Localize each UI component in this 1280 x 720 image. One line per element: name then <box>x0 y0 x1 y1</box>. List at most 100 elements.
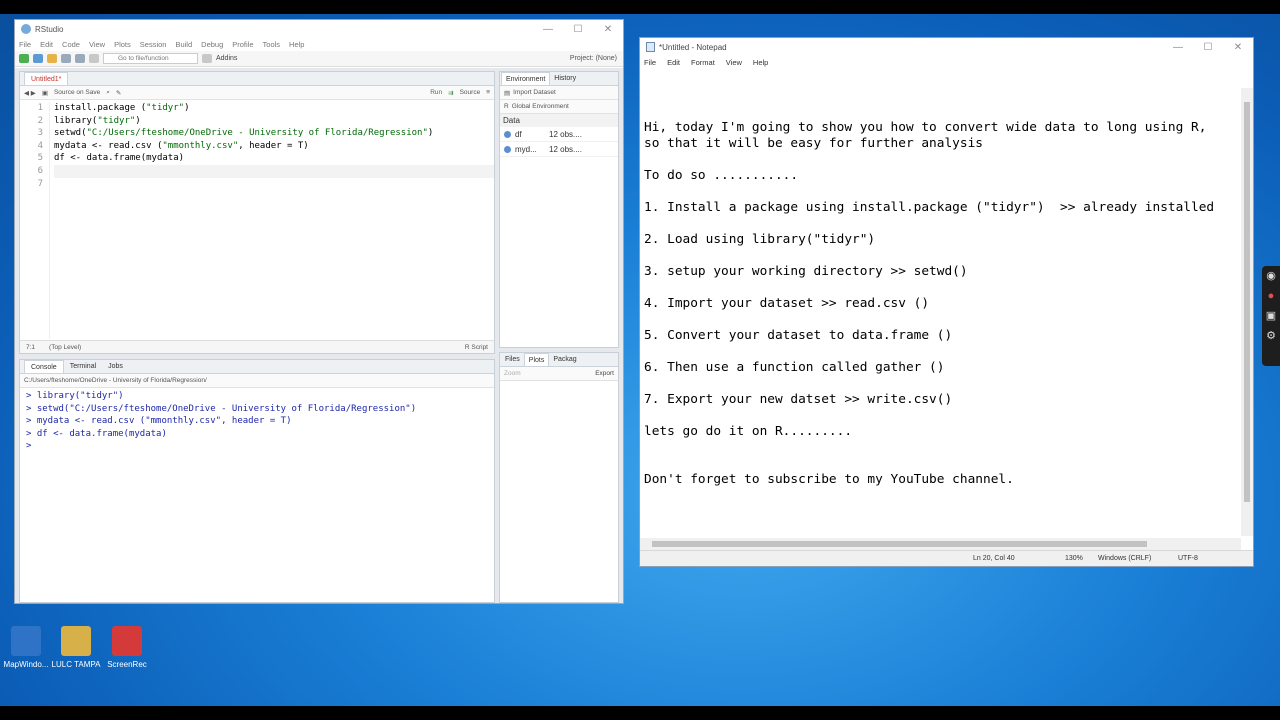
text-line <box>644 376 1239 392</box>
grid-icon[interactable] <box>202 54 212 63</box>
env-var-name: myd... <box>515 144 537 154</box>
env-var-value: 12 obs.... <box>549 129 582 139</box>
vertical-scrollbar[interactable] <box>1241 88 1253 536</box>
record-icon[interactable]: ● <box>1262 286 1280 306</box>
menu-debug[interactable]: Debug <box>201 40 223 49</box>
text-line: 4. Import your dataset >> read.csv () <box>644 296 930 311</box>
menu-edit[interactable]: Edit <box>667 58 680 67</box>
run-button[interactable]: Run <box>430 89 442 96</box>
env-row[interactable]: df 12 obs.... <box>500 127 618 142</box>
global-env-selector[interactable]: Global Environment <box>512 103 569 110</box>
cursor-position: 7:1 <box>26 343 36 351</box>
image-icon[interactable]: ▣ <box>1262 306 1280 326</box>
console-prompt[interactable]: > <box>26 440 494 453</box>
tab-terminal[interactable]: Terminal <box>64 360 102 373</box>
menu-tools[interactable]: Tools <box>263 40 281 49</box>
source-on-save-checkbox[interactable]: Source on Save <box>54 89 100 96</box>
code-line: df <- data.frame(mydata) <box>54 153 185 164</box>
open-env-icon[interactable]: ▤ <box>504 89 510 97</box>
gear-icon[interactable]: ⚙ <box>1262 326 1280 346</box>
filetype-selector[interactable]: R Script <box>465 344 488 351</box>
goto-file-input[interactable]: Go to file/function <box>103 53 198 64</box>
list-icon[interactable]: ≡ <box>486 89 490 96</box>
zoom-button[interactable]: Zoom <box>504 370 521 377</box>
code-editor[interactable]: install.package ("tidyr") library("tidyr… <box>54 102 494 178</box>
menu-help[interactable]: Help <box>753 58 768 67</box>
new-file-icon[interactable] <box>19 54 29 63</box>
maximize-icon[interactable]: ☐ <box>563 24 593 35</box>
new-project-icon[interactable] <box>33 54 43 63</box>
expand-icon[interactable] <box>504 130 511 138</box>
wand-icon[interactable]: ✎ <box>116 89 121 97</box>
desktop-icon-lulc-tampa[interactable]: LULC TAMPA <box>51 626 101 669</box>
camera-icon[interactable]: ◉ <box>1262 266 1280 286</box>
menu-session[interactable]: Session <box>140 40 167 49</box>
menu-edit[interactable]: Edit <box>40 40 53 49</box>
language-selector[interactable]: R <box>504 103 509 110</box>
menu-file[interactable]: File <box>644 58 656 67</box>
code-line: install.package ("tidyr") <box>54 103 190 113</box>
minimize-icon[interactable]: — <box>1163 42 1193 53</box>
notepad-text-area[interactable]: Hi, today I'm going to show you how to c… <box>644 88 1239 536</box>
close-icon[interactable]: ✕ <box>1223 42 1253 53</box>
desktop-icon-screenrec[interactable]: ScreenRec <box>102 626 152 669</box>
rerun-icon[interactable]: ⇉ <box>448 89 453 97</box>
folder-icon <box>61 626 91 656</box>
addins-button[interactable]: Addins <box>216 55 237 62</box>
line-number: 3 <box>37 128 43 139</box>
notepad-menubar: File Edit Format View Help <box>640 56 1253 69</box>
console-pane: Console Terminal Jobs C:/Users/fteshome/… <box>19 359 495 603</box>
open-file-icon[interactable] <box>47 54 57 63</box>
search-icon[interactable]: ⌕ <box>106 89 110 97</box>
desktop-icon-mapwindow[interactable]: MapWindo... <box>1 626 51 669</box>
desktop-icon-label: LULC TAMPA <box>51 660 101 669</box>
menu-code[interactable]: Code <box>62 40 80 49</box>
line-ending: Windows (CRLF) <box>1098 555 1152 562</box>
tab-files[interactable]: Files <box>501 353 524 366</box>
text-line <box>644 152 1239 168</box>
env-var-name: df <box>515 129 522 139</box>
export-button[interactable]: Export <box>595 370 614 377</box>
import-dataset-button[interactable]: Import Dataset <box>513 89 556 96</box>
rstudio-title: RStudio <box>35 24 64 34</box>
expand-icon[interactable] <box>504 145 511 153</box>
minimize-icon[interactable]: — <box>533 24 563 35</box>
tab-packages[interactable]: Packag <box>549 353 580 366</box>
menu-help[interactable]: Help <box>289 40 304 49</box>
project-menu[interactable]: Project: (None) <box>570 55 617 62</box>
source-toolbar: ◀ ▶ ▣ Source on Save ⌕ ✎ Run ⇉ Source ≡ <box>20 86 494 100</box>
print-icon[interactable] <box>89 54 99 63</box>
line-number: 4 <box>37 140 43 151</box>
menu-plots[interactable]: Plots <box>114 40 131 49</box>
cursor-position: Ln 20, Col 40 <box>973 555 1015 562</box>
save-source-icon[interactable]: ▣ <box>42 89 48 97</box>
tab-plots[interactable]: Plots <box>523 353 550 366</box>
scroll-thumb[interactable] <box>1244 102 1250 502</box>
menu-view[interactable]: View <box>89 40 105 49</box>
source-button[interactable]: Source <box>460 89 481 96</box>
console-output[interactable]: > library("tidyr") > setwd("C:/Users/fte… <box>26 390 494 453</box>
text-line <box>644 184 1239 200</box>
maximize-icon[interactable]: ☐ <box>1193 42 1223 53</box>
save-all-icon[interactable] <box>75 54 85 63</box>
menu-file[interactable]: File <box>19 40 31 49</box>
save-icon[interactable] <box>61 54 71 63</box>
rstudio-titlebar[interactable]: RStudio — ☐ ✕ <box>15 20 623 38</box>
tab-history[interactable]: History <box>550 72 580 85</box>
menu-profile[interactable]: Profile <box>232 40 253 49</box>
tab-console[interactable]: Console <box>24 360 64 373</box>
tab-jobs[interactable]: Jobs <box>102 360 129 373</box>
console-line: > mydata <- read.csv ("mmonthly.csv", he… <box>26 416 292 427</box>
menu-format[interactable]: Format <box>691 58 715 67</box>
notepad-titlebar[interactable]: *Untitled - Notepad — ☐ ✕ <box>640 38 1253 56</box>
menu-build[interactable]: Build <box>175 40 192 49</box>
close-icon[interactable]: ✕ <box>593 24 623 35</box>
env-row[interactable]: myd... 12 obs.... <box>500 142 618 157</box>
menu-view[interactable]: View <box>726 58 742 67</box>
tab-untitled1[interactable]: Untitled1* <box>24 72 69 85</box>
scope-selector[interactable]: (Top Level) <box>49 344 81 351</box>
tab-environment[interactable]: Environment <box>501 72 551 85</box>
horizontal-scrollbar[interactable] <box>640 538 1241 550</box>
scroll-thumb[interactable] <box>652 541 1147 547</box>
back-icon[interactable]: ◀ ▶ <box>24 89 36 97</box>
